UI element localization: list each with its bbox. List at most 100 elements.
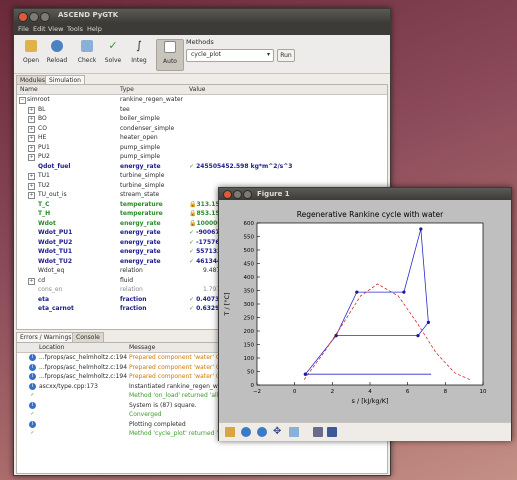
pan-icon[interactable]: ✥ — [273, 427, 283, 437]
x-tick-label: 2 — [331, 389, 335, 395]
run-button[interactable]: Run — [277, 49, 295, 62]
tree-row[interactable]: + BO boiler_simple — [17, 114, 387, 124]
row-type: relation — [120, 267, 143, 274]
tree-row[interactable]: + TU1 turbine_simple — [17, 171, 387, 181]
axes-area — [256, 222, 484, 386]
methods-label: Methods — [186, 38, 214, 46]
solve-label: Solve — [104, 57, 122, 64]
data-point — [426, 320, 430, 324]
menu-help[interactable]: Help — [87, 25, 102, 33]
back-icon[interactable] — [241, 427, 251, 437]
menu-tools[interactable]: Tools — [67, 25, 83, 33]
row-name: BO — [38, 115, 47, 122]
menu-file[interactable]: File — [18, 25, 29, 33]
row-name: cd — [38, 276, 46, 284]
info-icon: i — [29, 354, 36, 361]
tree-row[interactable]: + CO condenser_simple — [17, 124, 387, 134]
open-button[interactable]: Open — [18, 39, 44, 69]
row-type: energy_rate — [120, 257, 161, 265]
auto-label: Auto — [163, 58, 177, 65]
forward-icon[interactable] — [257, 427, 267, 437]
row-type: rankine_regen_water — [120, 96, 184, 103]
tree-row[interactable]: + PU1 pump_simple — [17, 143, 387, 153]
zoom-icon[interactable] — [289, 427, 299, 437]
integ-button[interactable]: ∫ Integ — [126, 39, 152, 69]
col-name[interactable]: Name — [20, 86, 38, 93]
row-value[interactable]: 0.4073 — [196, 296, 219, 303]
row-value[interactable]: -90067 — [196, 229, 219, 236]
row-value[interactable]: 245505452.598 kg*m^2/s^3 — [196, 163, 292, 170]
home-icon[interactable] — [225, 427, 235, 437]
row-type: condenser_simple — [120, 124, 175, 132]
error-message: Instantiated rankine_regen_water — [129, 382, 230, 390]
error-message: Method 'on_load' returned 'all_ok' — [129, 392, 231, 399]
expand-icon[interactable]: + — [28, 154, 35, 161]
reload-button[interactable]: Reload — [44, 39, 70, 69]
row-name: PU1 — [38, 143, 50, 151]
row-value[interactable]: 313.15 — [196, 201, 219, 208]
row-type: energy_rate — [120, 238, 161, 246]
expand-icon[interactable]: + — [28, 182, 35, 190]
close-button[interactable] — [18, 12, 28, 22]
expand-icon[interactable]: + — [28, 173, 35, 180]
row-name: Wdot_PU1 — [38, 229, 73, 236]
col-type[interactable]: Type — [120, 86, 134, 93]
menubar: File Edit View Tools Help — [14, 23, 390, 35]
info-icon: i — [29, 420, 36, 428]
row-type: turbine_simple — [120, 172, 165, 179]
expand-icon[interactable]: + — [28, 144, 35, 152]
figure-close-button[interactable] — [223, 190, 232, 199]
row-type: fraction — [120, 295, 147, 303]
error-message: System is (87) square. — [129, 401, 197, 409]
row-value[interactable]: 853.15 — [196, 210, 219, 217]
subplots-icon[interactable] — [313, 427, 323, 437]
x-tick-label: 10 — [480, 389, 487, 395]
row-name: Qdot_fuel — [38, 162, 71, 170]
menu-view[interactable]: View — [48, 25, 63, 33]
row-value[interactable]: 0.6329 — [196, 305, 219, 312]
save-icon[interactable] — [327, 427, 337, 437]
expand-icon[interactable]: + — [28, 135, 35, 142]
row-type: temperature — [120, 200, 163, 208]
figure-canvas[interactable]: Regenerative Rankine cycle with water s … — [219, 200, 511, 422]
tree-row[interactable]: + BL tee — [17, 105, 387, 115]
error-message: Converged — [129, 411, 162, 418]
row-name: BL — [38, 105, 46, 113]
minimize-button[interactable] — [29, 12, 39, 22]
error-message: Prepared component 'water' OK. — [129, 354, 227, 361]
row-value[interactable]: -17576 — [196, 239, 219, 246]
window-title: ASCEND PyGTK — [58, 11, 119, 19]
col-message[interactable]: Message — [129, 344, 155, 351]
x-tick-label: −2 — [253, 389, 261, 395]
solve-button[interactable]: ✓ Solve — [100, 39, 126, 69]
tab-errors-warnings[interactable]: Errors / Warnings — [16, 332, 76, 342]
solve-icon: ✓ — [108, 39, 118, 52]
row-name: simroot — [27, 96, 50, 103]
auto-button[interactable]: Auto — [156, 39, 184, 71]
tree-row[interactable]: Qdot_fuel energy_rate ✓ 245505452.598 kg*m… — [17, 162, 387, 172]
figure-titlebar: Figure 1 — [219, 188, 511, 200]
check-button[interactable]: Check — [74, 39, 100, 69]
menu-edit[interactable]: Edit — [33, 25, 46, 33]
tree-row[interactable]: + PU2 pump_simple — [17, 152, 387, 162]
expand-icon[interactable]: + — [28, 106, 35, 114]
row-type: energy_rate — [120, 248, 161, 255]
methods-select[interactable]: cycle_plot ▾ — [186, 49, 274, 62]
maximize-button[interactable] — [40, 12, 50, 22]
expand-icon[interactable]: + — [28, 277, 35, 285]
tree-row[interactable]: − simroot rankine_regen_water — [17, 95, 387, 105]
expand-icon[interactable]: + — [28, 116, 35, 123]
collapse-icon[interactable]: − — [19, 97, 26, 104]
col-value[interactable]: Value — [189, 86, 205, 93]
figure-maximize-button[interactable] — [243, 190, 252, 199]
col-location[interactable]: Location — [39, 344, 64, 351]
tab-console[interactable]: Console — [72, 332, 104, 342]
row-name: Wdot — [38, 219, 56, 227]
expand-icon[interactable]: + — [28, 192, 35, 199]
row-name: Wdot_PU2 — [38, 238, 73, 246]
expand-icon[interactable]: + — [28, 125, 35, 133]
figure-minimize-button[interactable] — [233, 190, 242, 199]
row-name: Wdot_eq — [38, 267, 65, 274]
tree-row[interactable]: + HE heater_open — [17, 133, 387, 143]
row-type: energy_rate — [120, 229, 161, 236]
